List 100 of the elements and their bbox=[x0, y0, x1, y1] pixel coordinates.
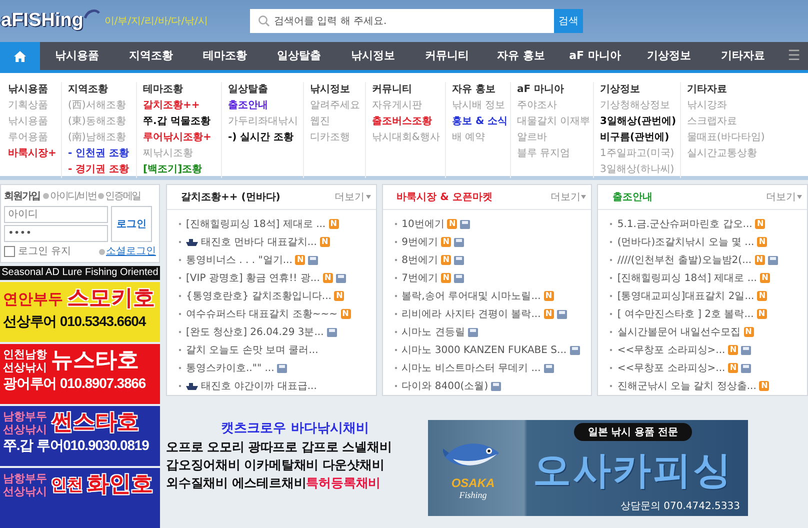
caret-icon bbox=[581, 195, 586, 199]
post-link[interactable]: [통영대교피싱]대표갈치 2일... bbox=[617, 289, 754, 303]
post-link[interactable]: 시마노 견등릴 bbox=[402, 325, 465, 339]
menu-item[interactable]: - 인천권 조황 bbox=[68, 146, 136, 162]
menu-heading[interactable]: 기상정보 bbox=[600, 82, 680, 98]
menu-item[interactable]: -) 실시간 조황 bbox=[228, 130, 303, 146]
social-login-link[interactable]: 소셜로그인 bbox=[99, 245, 156, 258]
ad-boat-name: 화인호 bbox=[87, 471, 153, 499]
ad-boat-name: 스모키호 bbox=[67, 285, 155, 313]
banner-title: 오사카피싱 bbox=[533, 449, 733, 491]
new-badge: N bbox=[320, 237, 330, 247]
nav-tab[interactable]: 기타자료 bbox=[706, 42, 780, 70]
keep-login-label[interactable]: 로그인 유지 bbox=[18, 245, 72, 258]
nav-tab[interactable]: 기상정보 bbox=[632, 42, 706, 70]
nav-tab[interactable]: 자유 홍보 bbox=[484, 42, 558, 70]
post-link[interactable]: [VIP 광명호] 황금 연휴!! 광... bbox=[186, 271, 320, 285]
post-link[interactable]: ////(인천부천 출발)오늘밤2(... bbox=[617, 253, 752, 267]
post-link[interactable]: 시마노 비스트마스터 무데키 ... bbox=[402, 361, 541, 375]
menu-heading[interactable]: 낚시정보 bbox=[310, 82, 365, 98]
post-link[interactable]: 9번에기 bbox=[402, 235, 438, 249]
banner-contact: 상담문의 070.4742.5333 bbox=[620, 500, 740, 513]
post-link[interactable]: 통영스카이호.."" ... bbox=[186, 361, 274, 375]
find-account-link[interactable]: 아이디/비번 bbox=[43, 189, 96, 203]
new-badge: N bbox=[544, 309, 554, 319]
text-ad[interactable]: 캣츠크로우 바다낚시채비 오프로 오모리 광따프로 갑프로 스넬채비 갑오징어채비 이카메탈채비 다운샷채비 외수질채비 에스테르채비특허등록채비 bbox=[166, 420, 424, 492]
post-link[interactable]: 통영비너스 . . . "얼기... bbox=[186, 253, 292, 267]
verify-mail-link[interactable]: 인증메일 bbox=[98, 189, 140, 203]
search-button[interactable]: 검색 bbox=[554, 9, 583, 33]
post-link[interactable]: 7번에기 bbox=[402, 271, 438, 285]
post-link[interactable]: [진해힐링피싱 18석] 제대로 ... bbox=[617, 271, 757, 285]
menu-item[interactable]: 쭈.갑 먹물조황 bbox=[143, 114, 221, 130]
new-badge: N bbox=[728, 345, 738, 355]
menu-heading[interactable]: aF 마니아 bbox=[517, 82, 593, 98]
ad-region: 선상낚시 bbox=[3, 361, 47, 374]
panel-title[interactable]: 바룩시장 & 오픈마켓 bbox=[396, 190, 492, 204]
post-link[interactable]: 10번에기 bbox=[402, 217, 444, 231]
post-link[interactable]: 진해군낚시 오늘 갈치 정상출... bbox=[617, 379, 756, 393]
new-badge: N bbox=[760, 273, 770, 283]
post-link[interactable]: [진해힐링피싱 18석] 제대로 ... bbox=[186, 217, 326, 231]
menu-item[interactable]: 출조안내 bbox=[228, 98, 303, 114]
join-link[interactable]: 회원가입 bbox=[4, 189, 40, 203]
checkbox[interactable] bbox=[4, 246, 15, 257]
ad-banner[interactable]: 연안부두 스모키호 선상루어 010.5343.6604 bbox=[0, 282, 160, 342]
menu-item[interactable]: 루어낚시조황+ bbox=[143, 130, 221, 146]
panel-title[interactable]: 출조안내 bbox=[612, 190, 652, 204]
menu-item[interactable]: 홍보 & 소식 bbox=[452, 114, 510, 130]
post-link[interactable]: 실시간볼문어 내일선수모집 bbox=[617, 325, 741, 339]
post-link[interactable]: 5.1.금.군산슈퍼마린호 갑오... bbox=[617, 217, 752, 231]
post-link[interactable]: [완도 청산호] 26.04.29 3분... bbox=[186, 325, 324, 339]
search-field[interactable]: 검색어를 입력 해 주세요. bbox=[250, 9, 554, 33]
menu-item[interactable]: 바룩시장+ bbox=[8, 146, 61, 162]
nav-tab[interactable]: aF 마니아 bbox=[558, 42, 632, 70]
menu-heading[interactable]: 지역조황 bbox=[68, 82, 136, 98]
nav-tab[interactable]: 일상탈출 bbox=[262, 42, 336, 70]
menu-heading[interactable]: 기타자료 bbox=[687, 82, 801, 98]
menu-heading[interactable]: 테마조황 bbox=[143, 82, 221, 98]
password-field[interactable]: •••• bbox=[4, 225, 108, 242]
post-link[interactable]: 태진호 야간이까 대표급... bbox=[201, 379, 317, 393]
menu-item[interactable]: [백조기]조황 bbox=[143, 162, 221, 178]
more-link[interactable]: 더보기 bbox=[550, 190, 580, 204]
home-tab[interactable] bbox=[0, 42, 40, 70]
menu-item[interactable]: 갈치조황++ bbox=[143, 98, 221, 114]
post-link[interactable]: <<무창포 소라피싱>... bbox=[617, 343, 726, 357]
panel-title[interactable]: 갈치조황++ (먼바다) bbox=[181, 190, 280, 204]
ad-region: 선상낚시 bbox=[3, 423, 47, 436]
more-link[interactable]: 더보기 bbox=[766, 190, 796, 204]
id-field[interactable]: 아이디 bbox=[4, 206, 108, 223]
post-link[interactable]: [ 여수만진스타호 ] 2호 볼락... bbox=[617, 307, 754, 321]
post-link[interactable]: <<무창포 소라피싱>... bbox=[617, 361, 726, 375]
nav-tab[interactable]: 테마조황 bbox=[188, 42, 262, 70]
post-link[interactable]: 시마노 3000 KANZEN FUKABE S... bbox=[402, 343, 567, 357]
shop-banner[interactable]: OSAKA Fishing 일본 낚시 용품 전문 오사카피싱 상담문의 070.4742.5333 bbox=[428, 420, 748, 516]
post-link[interactable]: 8번에기 bbox=[402, 253, 438, 267]
login-button[interactable]: 로그인 bbox=[111, 206, 152, 242]
nav-tab[interactable]: 낚시정보 bbox=[336, 42, 410, 70]
nav-tab[interactable]: 커뮤니티 bbox=[410, 42, 484, 70]
ad-caption: Seasonal AD Lure Fishing Oriented bbox=[0, 266, 160, 280]
post-link[interactable]: 다이와 8400(소월) bbox=[402, 379, 488, 393]
new-badge: N bbox=[744, 327, 754, 337]
menu-item[interactable]: 비구름(관번에) bbox=[600, 130, 680, 146]
new-badge: N bbox=[544, 291, 554, 301]
menu-item[interactable]: 3일해상(관번에) bbox=[600, 114, 680, 130]
nav-tab[interactable]: 지역조황 bbox=[114, 42, 188, 70]
menu-heading[interactable]: 일상탈출 bbox=[228, 82, 303, 98]
post-link[interactable]: 태진호 먼바다 대표갈치... bbox=[201, 235, 317, 249]
menu-heading[interactable]: 자유 홍보 bbox=[452, 82, 510, 98]
menu-button[interactable]: ☰ bbox=[780, 48, 808, 64]
more-link[interactable]: 더보기 bbox=[334, 190, 365, 204]
post-link[interactable]: 리비에라 사지타 견평이 볼락... bbox=[402, 307, 541, 321]
new-badge: N bbox=[447, 219, 458, 229]
post-link[interactable]: 볼락,송어 루어대및 시마노릴... bbox=[402, 289, 541, 303]
menu-heading[interactable]: 커뮤니티 bbox=[372, 82, 445, 98]
menu-item[interactable]: 출조버스조황 bbox=[372, 114, 445, 130]
post-link[interactable]: 여수슈퍼스타 대표갈치 조황~~~ bbox=[186, 307, 338, 321]
menu-heading[interactable]: 낚시용품 bbox=[8, 82, 61, 98]
post-link[interactable]: {통영호란호} 갈치조황입니다... bbox=[186, 289, 332, 303]
menu-item[interactable]: - 경기권 조황 bbox=[68, 162, 136, 178]
nav-tab[interactable]: 낚시용품 bbox=[40, 42, 114, 70]
post-link[interactable]: (먼바다)조갈치낚시 오늘 몇 ... bbox=[617, 235, 754, 249]
post-link[interactable]: 갈치 오늘도 손맛 보며 쿨러... bbox=[186, 343, 318, 357]
